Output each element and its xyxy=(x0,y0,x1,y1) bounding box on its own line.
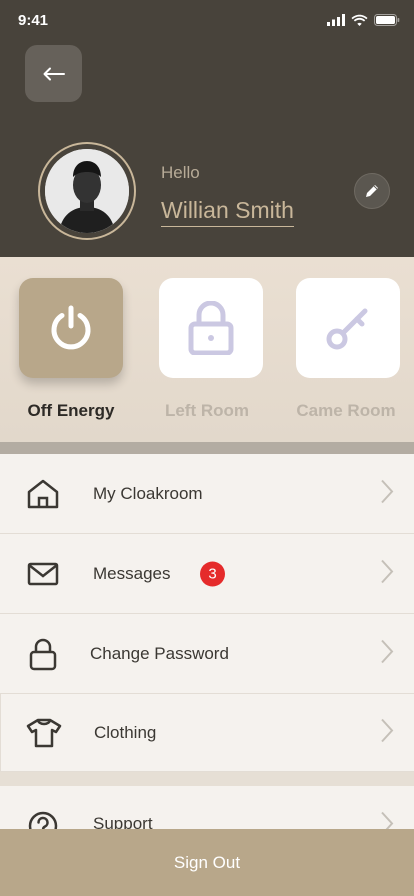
mail-icon xyxy=(24,555,62,593)
status-icons xyxy=(327,14,400,26)
battery-icon xyxy=(374,14,400,26)
menu-label: Messages xyxy=(93,563,171,583)
chevron-right-icon xyxy=(380,478,394,509)
unread-badge: 3 xyxy=(200,561,225,586)
menu-item-clothing[interactable]: Clothing xyxy=(0,694,414,772)
chevron-right-icon xyxy=(380,558,394,589)
pencil-icon xyxy=(366,185,378,197)
power-icon xyxy=(51,305,91,350)
signal-icon xyxy=(327,14,345,26)
came-room-button[interactable] xyxy=(296,278,400,378)
lock-icon xyxy=(188,301,234,355)
sign-out-button[interactable]: Sign Out xyxy=(0,829,414,896)
tshirt-icon xyxy=(25,714,63,752)
section-divider xyxy=(0,442,414,454)
status-time: 9:41 xyxy=(18,12,49,29)
chevron-right-icon xyxy=(380,717,394,748)
menu-label: My Cloakroom xyxy=(93,483,203,503)
avatar[interactable] xyxy=(38,142,136,240)
left-room-label: Left Room xyxy=(164,401,250,420)
user-name: Willian Smith xyxy=(161,196,294,227)
came-room-label: Came Room xyxy=(296,401,396,420)
back-button[interactable] xyxy=(25,45,82,102)
left-room-button[interactable] xyxy=(159,278,263,378)
wifi-icon xyxy=(351,14,368,26)
edit-profile-button[interactable] xyxy=(354,173,390,209)
greeting-text: Hello xyxy=(161,163,200,182)
key-icon xyxy=(326,308,368,350)
home-icon xyxy=(24,475,62,513)
menu-item-messages[interactable]: Messages 3 xyxy=(0,534,414,614)
profile-header: 9:41 Hello Willian Smith xyxy=(0,0,414,257)
arrow-left-icon xyxy=(43,67,65,80)
menu-item-my-cloakroom[interactable]: My Cloakroom xyxy=(0,454,414,534)
avatar-photo xyxy=(45,149,129,233)
menu-label: Clothing xyxy=(94,722,157,742)
off-energy-label: Off Energy xyxy=(27,401,115,420)
off-energy-button[interactable] xyxy=(19,278,123,378)
lock-icon xyxy=(24,635,62,673)
menu-item-change-password[interactable]: Change Password xyxy=(0,614,414,694)
menu-separator xyxy=(0,772,414,786)
menu-label: Change Password xyxy=(90,643,229,663)
quick-actions: Off Energy Left Room Came Room xyxy=(0,257,414,442)
chevron-right-icon xyxy=(380,638,394,669)
